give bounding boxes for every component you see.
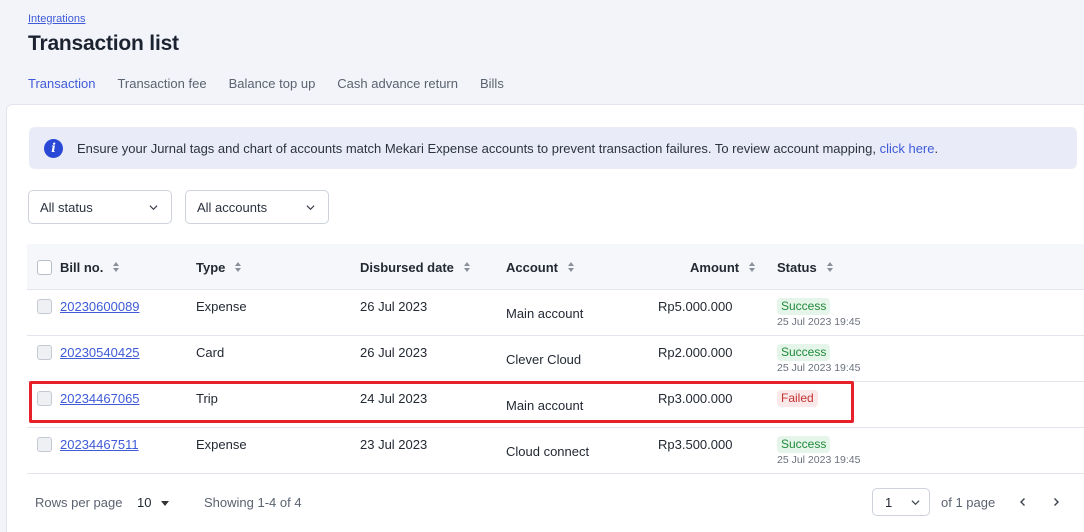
next-page-button[interactable]: [1048, 494, 1064, 510]
date-cell: 23 Jul 2023: [360, 437, 428, 452]
status-cell: Failed: [777, 390, 818, 407]
date-cell: 24 Jul 2023: [360, 391, 428, 406]
account-cell: Main account: [506, 398, 584, 413]
row-checkbox[interactable]: [37, 437, 52, 452]
column-amount[interactable]: Amount: [690, 244, 756, 290]
showing-count: Showing 1-4 of 4: [204, 495, 302, 510]
status-filter-select[interactable]: All status: [28, 190, 172, 224]
table-row: 20234467511 Expense 23 Jul 2023 Cloud co…: [27, 428, 1084, 474]
page-number-select[interactable]: 1: [872, 488, 930, 516]
bill-number-link[interactable]: 20230540425: [60, 345, 140, 360]
type-cell: Trip: [196, 391, 218, 406]
table-row: 20230600089 Expense 26 Jul 2023 Main acc…: [27, 290, 1084, 336]
status-cell: Success 25 Jul 2023 19:45: [777, 436, 861, 466]
column-account[interactable]: Account: [506, 244, 574, 290]
bill-number-link[interactable]: 20234467065: [60, 391, 140, 406]
chevron-left-icon: [1020, 498, 1025, 506]
date-cell: 26 Jul 2023: [360, 345, 428, 360]
column-bill-no[interactable]: Bill no.: [60, 244, 120, 290]
amount-cell: Rp3.000.000: [658, 391, 733, 406]
row-checkbox[interactable]: [37, 345, 52, 360]
accounts-filter-select[interactable]: All accounts: [185, 190, 329, 224]
banner-text: Ensure your Jurnal tags and chart of acc…: [77, 140, 939, 156]
filter-bar: All status All accounts: [28, 190, 329, 224]
status-badge: Failed: [777, 390, 818, 407]
sort-icon: [113, 262, 120, 272]
sort-icon: [568, 262, 574, 272]
account-cell: Clever Cloud: [506, 352, 582, 367]
chevron-down-icon: [149, 204, 158, 210]
sort-icon: [826, 262, 833, 272]
page-header: Integrations Transaction list: [28, 9, 179, 56]
status-badge: Success: [777, 436, 831, 453]
table-footer: Rows per page 10 Showing 1-4 of 4 1 of 1…: [35, 488, 1070, 516]
chevron-down-icon: [306, 204, 315, 210]
chevron-right-icon: [1054, 498, 1059, 506]
sort-icon: [463, 262, 470, 272]
status-timestamp: 25 Jul 2023 19:45: [777, 316, 861, 328]
rows-per-page-label: Rows per page: [35, 495, 123, 510]
page-total: of 1 page: [941, 495, 996, 510]
amount-cell: Rp3.500.000: [658, 437, 733, 452]
type-cell: Expense: [196, 299, 247, 314]
click-here-link[interactable]: click here: [880, 141, 935, 156]
tab-transaction-fee[interactable]: Transaction fee: [117, 72, 206, 108]
chevron-down-icon: [911, 499, 920, 505]
sort-icon: [749, 262, 756, 272]
amount-cell: Rp5.000.000: [658, 299, 733, 314]
status-cell: Success 25 Jul 2023 19:45: [777, 344, 861, 374]
amount-cell: Rp2.000.000: [658, 345, 733, 360]
previous-page-button[interactable]: [1015, 494, 1031, 510]
caret-down-icon: [161, 501, 170, 507]
page-title: Transaction list: [28, 32, 179, 55]
account-cell: Main account: [506, 306, 584, 321]
breadcrumb-integrations[interactable]: Integrations: [28, 13, 85, 25]
status-badge: Success: [777, 298, 831, 315]
bill-number-link[interactable]: 20234467511: [60, 437, 139, 452]
bill-number-link[interactable]: 20230600089: [60, 299, 140, 314]
select-all-checkbox[interactable]: [37, 259, 52, 275]
tab-transaction[interactable]: Transaction: [28, 72, 96, 108]
table-header: Bill no. Type Disbursed date Account Amo…: [27, 244, 1084, 290]
status-timestamp: 25 Jul 2023 19:45: [777, 362, 861, 374]
table-row: 20230540425 Card 26 Jul 2023 Clever Clou…: [27, 336, 1084, 382]
info-icon: i: [44, 138, 63, 158]
row-checkbox[interactable]: [37, 391, 52, 406]
row-checkbox[interactable]: [37, 299, 52, 314]
status-timestamp: 25 Jul 2023 19:45: [777, 454, 861, 466]
column-type[interactable]: Type: [196, 244, 242, 290]
rows-per-page-select[interactable]: 10: [137, 495, 170, 510]
column-status[interactable]: Status: [777, 244, 833, 290]
info-banner: i Ensure your Jurnal tags and chart of a…: [29, 127, 1077, 169]
date-cell: 26 Jul 2023: [360, 299, 428, 314]
type-cell: Expense: [196, 437, 247, 452]
tab-bills[interactable]: Bills: [480, 72, 504, 108]
status-cell: Success 25 Jul 2023 19:45: [777, 298, 861, 328]
column-disbursed-date[interactable]: Disbursed date: [360, 244, 470, 290]
status-badge: Success: [777, 344, 831, 361]
table-row: 20234467065 Trip 24 Jul 2023 Main accoun…: [27, 382, 1084, 428]
type-cell: Card: [196, 345, 225, 360]
tab-balance-top-up[interactable]: Balance top up: [229, 72, 316, 108]
sort-icon: [235, 262, 242, 272]
account-cell: Cloud connect: [506, 444, 590, 459]
tab-cash-advance-return[interactable]: Cash advance return: [337, 72, 458, 108]
tab-bar: Transaction Transaction fee Balance top …: [28, 72, 504, 108]
select-all-cell: [37, 244, 52, 290]
